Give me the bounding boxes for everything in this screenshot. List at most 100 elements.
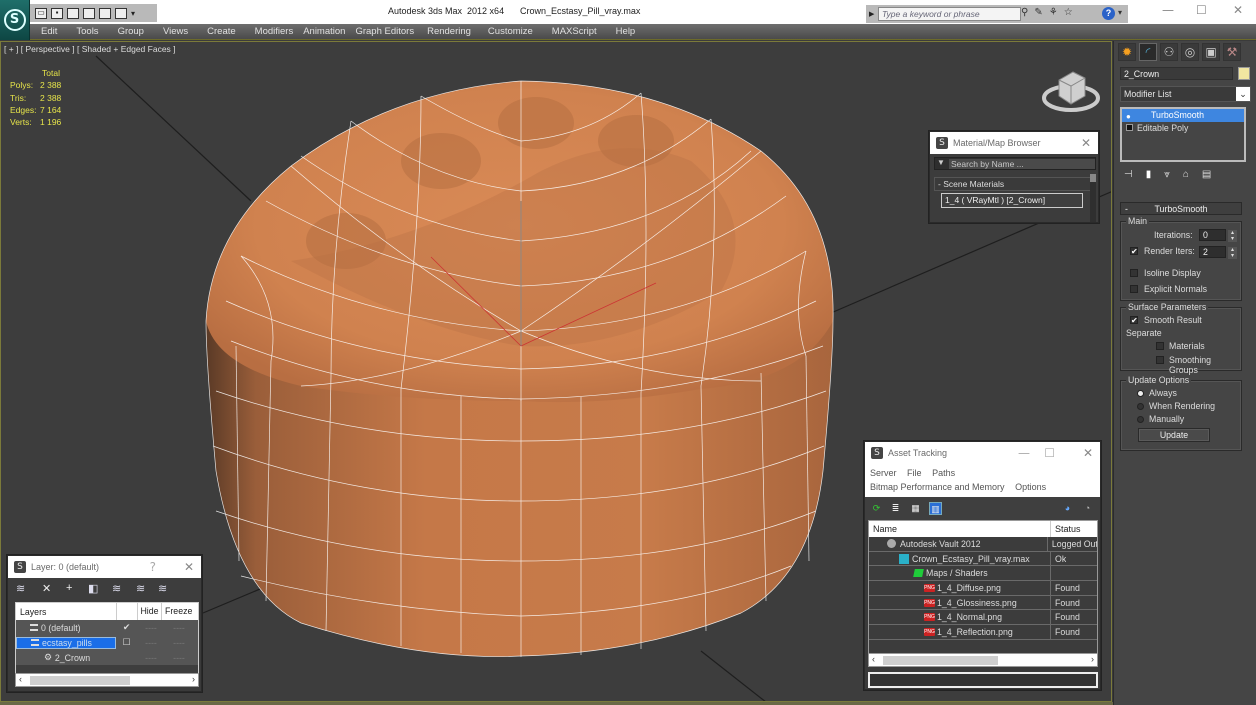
asset-tracking-titlebar[interactable]: S Asset Tracking — ☐ ✕ xyxy=(865,442,1100,464)
stack-item-turbosmooth[interactable]: ● TurboSmooth xyxy=(1122,109,1244,122)
scrollbar-thumb[interactable] xyxy=(30,676,130,685)
viewcube[interactable] xyxy=(1041,66,1101,114)
pin-stack-icon[interactable]: ⊣ xyxy=(1124,169,1133,180)
column-name[interactable]: Name xyxy=(869,521,1051,537)
material-search-input[interactable]: Search by Name ... xyxy=(949,159,1095,169)
search-options-icon[interactable]: ▼ xyxy=(937,158,945,167)
menu-paths[interactable]: Paths xyxy=(932,468,955,478)
update-button[interactable]: Update xyxy=(1138,428,1210,442)
refresh-icon[interactable]: ⟳ xyxy=(870,502,883,515)
spinner-arrows-icon[interactable]: ▴ ▾ xyxy=(1228,247,1237,259)
display-tab-icon[interactable]: ▣ xyxy=(1202,43,1220,61)
spinner-arrows-icon[interactable]: ▴ ▾ xyxy=(1228,230,1237,242)
wrench-icon[interactable]: ✎ xyxy=(1034,7,1042,18)
minimize-button[interactable]: — xyxy=(1162,3,1174,17)
iterations-spinner[interactable]: 0 ▴ ▾ xyxy=(1199,229,1237,242)
table-row[interactable]: PNG 1_4_Glossiness.png Found xyxy=(869,595,1097,611)
iterations-value[interactable]: 0 xyxy=(1203,230,1208,241)
close-button[interactable]: ✕ xyxy=(1233,3,1243,17)
binoculars-icon[interactable]: ⚲ xyxy=(1021,7,1028,18)
scene-materials-group[interactable]: - Scene Materials xyxy=(934,177,1094,191)
show-end-result-icon[interactable]: ▮ xyxy=(1146,169,1152,180)
menu-group[interactable]: Group xyxy=(118,26,144,37)
expand-icon[interactable]: ▶ xyxy=(869,10,874,18)
menu-tools[interactable]: Tools xyxy=(76,26,98,37)
thumbnail-view-icon[interactable]: ▦ xyxy=(909,502,922,515)
layer-horizontal-scrollbar[interactable]: ‹ › xyxy=(15,673,199,687)
menu-animation[interactable]: Animation xyxy=(303,26,345,37)
table-row[interactable]: Autodesk Vault 2012 Logged Out xyxy=(869,537,1097,552)
lightbulb-icon[interactable]: ● xyxy=(1126,111,1133,121)
menu-help[interactable]: Help xyxy=(616,26,636,37)
render-iters-spinner[interactable]: 2 ▴ ▾ xyxy=(1199,246,1237,259)
turbosmooth-rollout-header[interactable]: - TurboSmooth xyxy=(1120,202,1242,215)
quick-access-dropdown[interactable]: ▾ xyxy=(131,9,139,18)
remove-modifier-icon[interactable]: ⌂ xyxy=(1183,169,1189,180)
save-icon[interactable]: ▪ xyxy=(51,7,63,19)
close-icon[interactable]: ✕ xyxy=(1083,446,1093,460)
hide-toggle[interactable]: ---- xyxy=(137,653,165,663)
make-unique-icon[interactable]: ⩔ xyxy=(1164,169,1170,180)
menu-bitmap-performance[interactable]: Bitmap Performance and Memory xyxy=(870,482,1005,492)
explicit-normals-checkbox[interactable] xyxy=(1130,285,1138,293)
layer-manager-titlebar[interactable]: S Layer: 0 (default) ? ✕ xyxy=(8,556,201,578)
motion-tab-icon[interactable]: ◎ xyxy=(1181,43,1199,61)
column-status[interactable]: Status xyxy=(1051,524,1081,534)
undo-icon[interactable] xyxy=(99,7,111,19)
table-row[interactable]: Maps / Shaders xyxy=(869,566,1097,582)
scroll-right-icon[interactable]: › xyxy=(192,674,195,684)
hold-icon[interactable] xyxy=(83,7,95,19)
table-row[interactable]: PNG 1_4_Reflection.png Found xyxy=(869,625,1097,640)
current-layer-check[interactable]: ✔ xyxy=(116,622,137,633)
utilities-tab-icon[interactable]: ⚒ xyxy=(1223,43,1241,61)
scroll-left-icon[interactable]: ‹ xyxy=(19,674,22,684)
create-tab-icon[interactable]: ✹ xyxy=(1118,43,1136,61)
separate-materials-checkbox[interactable] xyxy=(1156,342,1164,350)
current-layer-check[interactable]: ☐ xyxy=(116,637,137,648)
create-layer-icon[interactable]: ≋ xyxy=(16,582,25,595)
menu-modifiers[interactable]: Modifiers xyxy=(255,26,294,37)
delete-layer-icon[interactable]: ✕ xyxy=(42,582,51,595)
app-menu-button[interactable]: S xyxy=(0,0,30,40)
menu-rendering[interactable]: Rendering xyxy=(427,26,471,37)
list-view-icon[interactable]: ≣ xyxy=(889,502,902,515)
material-browser-scrollbar[interactable] xyxy=(1090,174,1096,222)
menu-create[interactable]: Create xyxy=(207,26,236,37)
column-hide[interactable]: Hide xyxy=(137,603,161,620)
asset-path-field[interactable] xyxy=(868,672,1098,688)
vault-logout-icon[interactable]: ◔ xyxy=(1081,502,1094,515)
separate-smoothing-groups-checkbox[interactable] xyxy=(1156,356,1164,364)
help-icon[interactable]: ? xyxy=(150,560,156,574)
satellite-icon[interactable]: ⚘ xyxy=(1049,7,1058,18)
column-current[interactable] xyxy=(116,603,137,620)
menu-options[interactable]: Options xyxy=(1015,482,1046,492)
table-row[interactable]: Crown_Ecstasy_Pill_vray.max Ok xyxy=(869,551,1097,567)
column-layers[interactable]: Layers xyxy=(16,607,116,617)
freeze-toggle[interactable]: ---- xyxy=(165,623,193,633)
layer-row[interactable]: 0 (default) ✔ ---- ---- xyxy=(16,620,198,635)
menu-maxscript[interactable]: MAXScript xyxy=(552,26,597,37)
table-row[interactable]: PNG 1_4_Diffuse.png Found xyxy=(869,581,1097,596)
freeze-unfreeze-icon[interactable]: ≋ xyxy=(158,582,167,595)
expand-icon[interactable] xyxy=(1126,124,1133,132)
render-iters-checkbox[interactable]: ✔ xyxy=(1130,247,1138,256)
update-manually-radio[interactable] xyxy=(1137,416,1144,423)
hide-unhide-icon[interactable]: ≋ xyxy=(136,582,145,595)
new-icon[interactable] xyxy=(67,7,79,19)
close-icon[interactable]: ✕ xyxy=(184,560,194,574)
select-layer-icon[interactable]: ≋ xyxy=(112,582,121,595)
redo-icon[interactable] xyxy=(115,7,127,19)
star-icon[interactable]: ☆ xyxy=(1064,7,1073,18)
infocenter-search-input[interactable]: Type a keyword or phrase xyxy=(878,7,1021,21)
add-to-layer-icon[interactable]: + xyxy=(66,582,72,594)
help-icon[interactable]: ? xyxy=(1102,7,1115,20)
hierarchy-tab-icon[interactable]: ⚇ xyxy=(1160,43,1178,61)
freeze-toggle[interactable]: ---- xyxy=(165,638,193,648)
select-objects-icon[interactable]: ◧ xyxy=(88,582,98,595)
close-icon[interactable]: ✕ xyxy=(1081,136,1091,150)
layer-row[interactable]: ecstasy_pills ☐ ---- ---- xyxy=(16,635,198,650)
asset-horizontal-scrollbar[interactable]: ‹ › xyxy=(868,653,1098,667)
update-always-radio[interactable] xyxy=(1137,390,1144,397)
table-view-icon[interactable]: ▥ xyxy=(929,502,942,515)
hide-toggle[interactable]: ---- xyxy=(137,638,165,648)
